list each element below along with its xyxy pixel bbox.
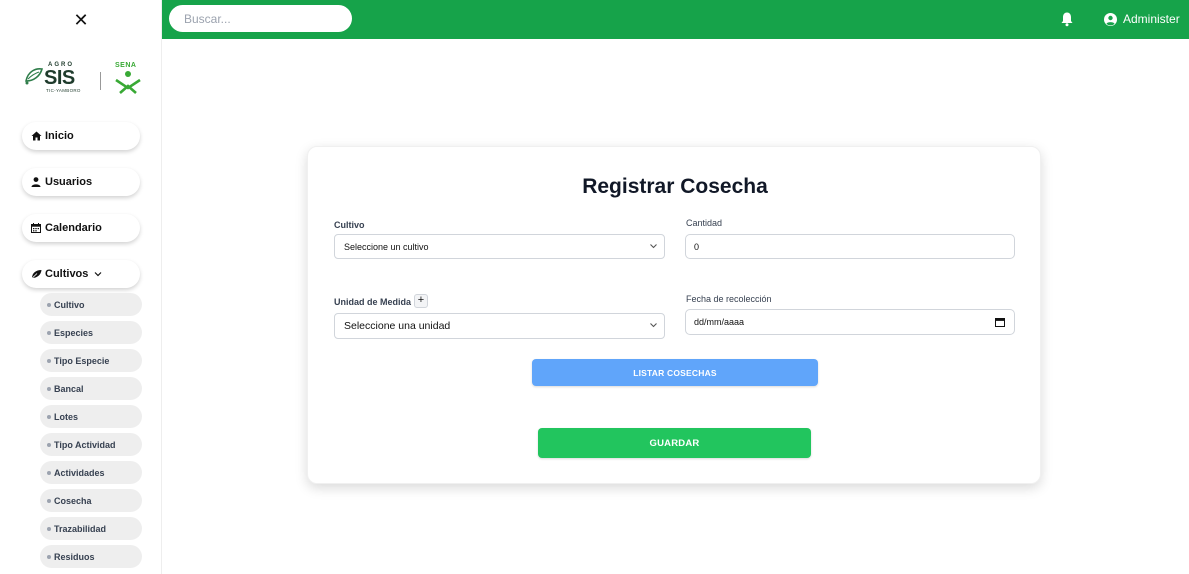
add-unidad-button[interactable]: + bbox=[414, 294, 428, 308]
bullet-icon bbox=[47, 526, 51, 531]
chevron-down-icon bbox=[94, 271, 102, 277]
bell-icon[interactable] bbox=[1060, 11, 1074, 27]
logo-sub-text: TIC-YAMBORO bbox=[46, 88, 81, 93]
logo-divider bbox=[100, 72, 101, 90]
user-circle-icon bbox=[1104, 12, 1117, 26]
sidebar-sub-item-cosecha[interactable]: Cosecha bbox=[40, 489, 142, 512]
user-menu[interactable]: Administer bbox=[1104, 10, 1180, 28]
fecha-input-value: dd/mm/aaaa bbox=[694, 317, 745, 327]
bullet-icon bbox=[47, 386, 51, 391]
agrosis-logo: AGRO SIS TIC-YAMBORO bbox=[24, 62, 92, 96]
sidebar-sub-item-especies[interactable]: Especies bbox=[40, 321, 142, 344]
unidad-label: Unidad de Medida bbox=[334, 297, 412, 307]
nav-label-inicio: Inicio bbox=[45, 130, 74, 142]
sub-item-label: Bancal bbox=[54, 383, 84, 394]
sena-logo: SENA bbox=[112, 62, 144, 96]
bullet-icon bbox=[47, 358, 51, 363]
leaf-logo-icon bbox=[25, 68, 44, 85]
save-button[interactable]: GUARDAR bbox=[538, 428, 811, 458]
close-sidebar-button[interactable]: ✕ bbox=[72, 9, 90, 31]
sidebar-sub-item-lotes[interactable]: Lotes bbox=[40, 405, 142, 428]
nav-label-usuarios: Usuarios bbox=[45, 176, 93, 188]
sidebar-sub-item-cultivo[interactable]: Cultivo bbox=[40, 293, 142, 316]
logo-sis-text: SIS bbox=[44, 67, 75, 89]
sub-item-label: Especies bbox=[54, 327, 94, 338]
sub-item-label: Lotes bbox=[54, 411, 79, 422]
logo: AGRO SIS TIC-YAMBORO SENA bbox=[22, 62, 144, 96]
bullet-icon bbox=[47, 470, 51, 475]
sub-item-label: Cultivo bbox=[54, 299, 85, 310]
search-input[interactable] bbox=[169, 5, 352, 32]
sub-item-label: Tipo Actividad bbox=[54, 439, 116, 450]
cantidad-label: Cantidad bbox=[686, 218, 723, 228]
page-title: Registrar Cosecha bbox=[582, 175, 768, 198]
fecha-input[interactable]: dd/mm/aaaa bbox=[685, 309, 1015, 335]
fecha-label: Fecha de recolección bbox=[686, 294, 772, 304]
user-name: Administer bbox=[1123, 12, 1180, 26]
cantidad-input[interactable]: 0 bbox=[685, 234, 1015, 259]
unidad-select[interactable]: Seleccione una unidad bbox=[334, 313, 665, 339]
user-icon bbox=[30, 177, 42, 187]
sidebar-sub-item-residuos[interactable]: Residuos bbox=[40, 545, 142, 568]
top-header: Administer bbox=[162, 0, 1189, 39]
calendar-icon[interactable] bbox=[995, 317, 1005, 327]
sub-item-label: Actividades bbox=[54, 467, 105, 478]
sena-text: SENA bbox=[115, 62, 137, 69]
bullet-icon bbox=[47, 330, 51, 335]
harvest-form-card: Registrar Cosecha Cultivo Seleccione un … bbox=[307, 146, 1041, 484]
sidebar-sub-item-tipo-actividad[interactable]: Tipo Actividad bbox=[40, 433, 142, 456]
leaf-icon bbox=[30, 269, 42, 279]
bullet-icon bbox=[47, 302, 51, 307]
nav-item-calendario[interactable]: Calendario bbox=[22, 214, 140, 242]
nav-label-cultivos: Cultivos bbox=[45, 268, 89, 280]
cantidad-input-value: 0 bbox=[694, 241, 700, 252]
chevron-down-icon bbox=[650, 323, 657, 328]
bullet-icon bbox=[47, 414, 51, 419]
chevron-down-icon bbox=[650, 244, 657, 249]
unidad-select-value: Seleccione una unidad bbox=[344, 320, 451, 332]
sub-item-label: Trazabilidad bbox=[54, 523, 107, 534]
sub-item-label: Tipo Especie bbox=[54, 355, 110, 366]
nav-item-usuarios[interactable]: Usuarios bbox=[22, 168, 140, 196]
sidebar-sub-item-actividades[interactable]: Actividades bbox=[40, 461, 142, 484]
sidebar-sub-item-trazabilidad[interactable]: Trazabilidad bbox=[40, 517, 142, 540]
bullet-icon bbox=[47, 554, 51, 559]
cultivo-select[interactable]: Seleccione un cultivo bbox=[334, 234, 665, 259]
cultivo-select-value: Seleccione un cultivo bbox=[344, 241, 429, 252]
sidebar-sub-item-bancal[interactable]: Bancal bbox=[40, 377, 142, 400]
calendar-icon bbox=[30, 223, 42, 233]
nav-item-cultivos[interactable]: Cultivos bbox=[22, 260, 140, 288]
sidebar: ✕ AGRO SIS TIC-YAMBORO SENA Inicio Usuar… bbox=[0, 0, 162, 574]
cultivo-label: Cultivo bbox=[334, 220, 365, 230]
home-icon bbox=[30, 131, 42, 141]
sub-item-label: Residuos bbox=[54, 551, 95, 562]
nav-item-inicio[interactable]: Inicio bbox=[22, 122, 140, 150]
list-harvests-button[interactable]: LISTAR COSECHAS bbox=[532, 359, 818, 386]
sena-emblem-icon bbox=[115, 71, 141, 94]
sub-item-label: Cosecha bbox=[54, 495, 92, 506]
sidebar-sub-item-tipo-especie[interactable]: Tipo Especie bbox=[40, 349, 142, 372]
bullet-icon bbox=[47, 442, 51, 447]
bullet-icon bbox=[47, 498, 51, 503]
nav-label-calendario: Calendario bbox=[45, 222, 102, 234]
